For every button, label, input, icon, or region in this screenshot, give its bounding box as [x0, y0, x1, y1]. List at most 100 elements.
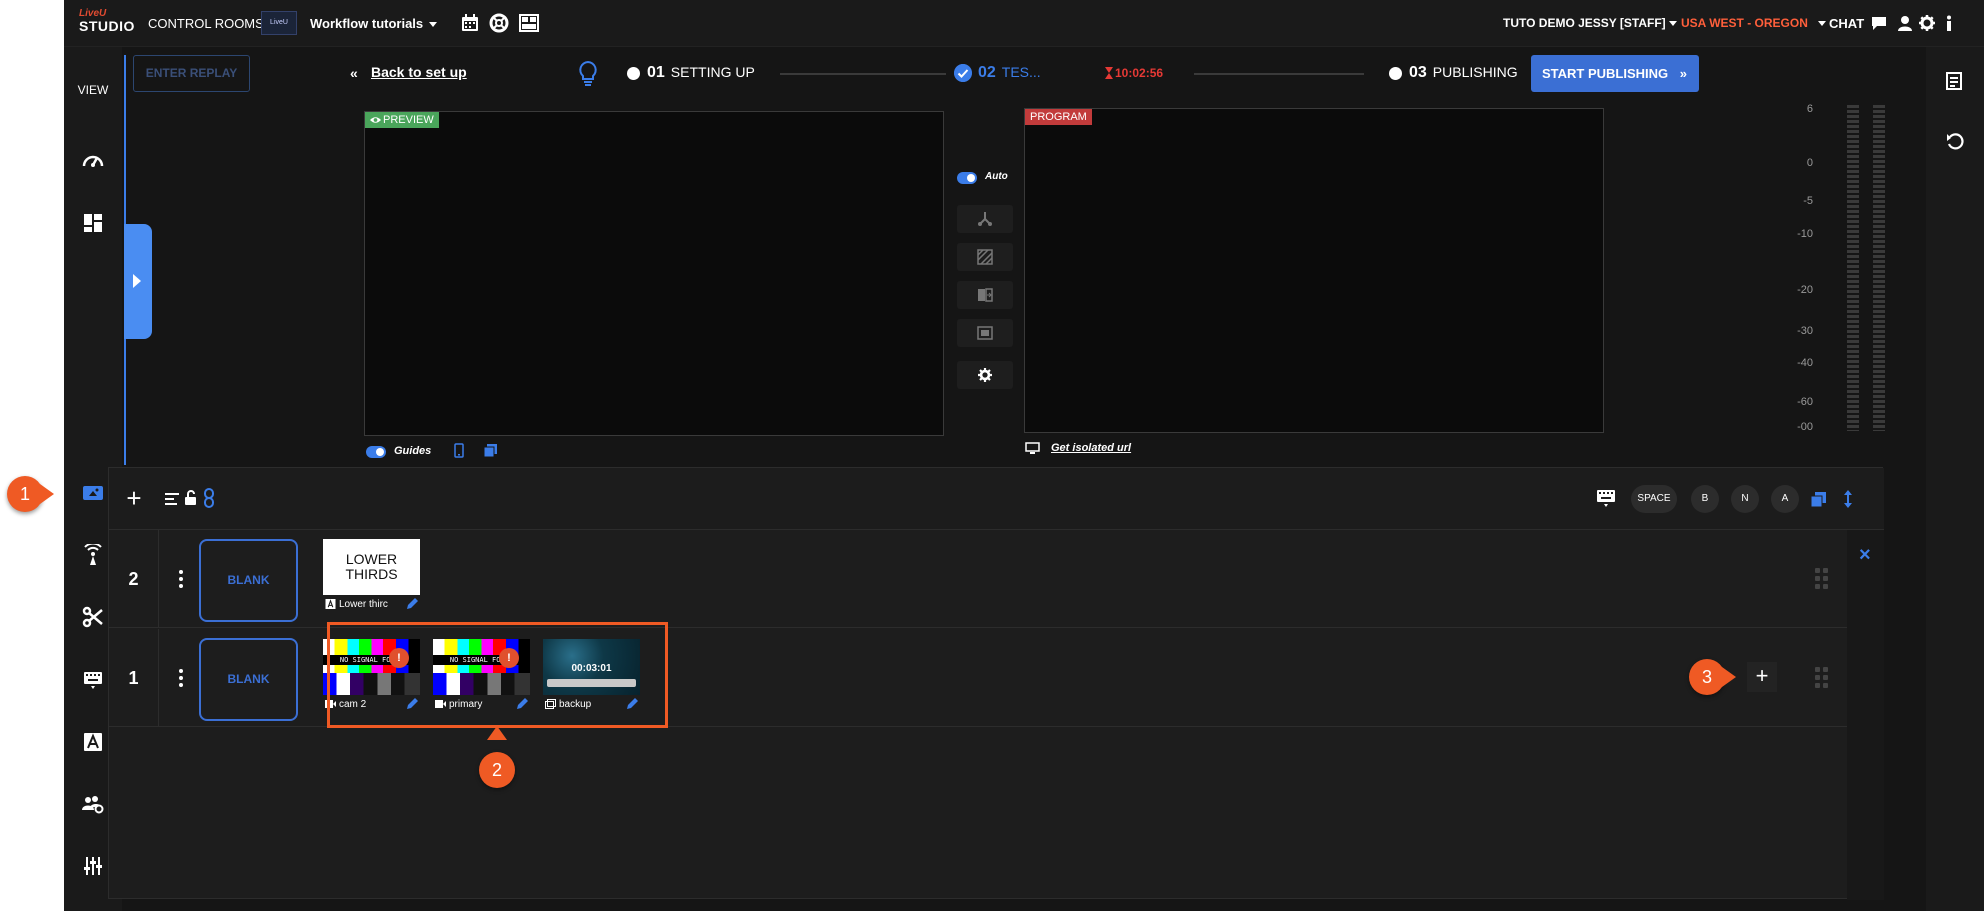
- lower-thirds-card[interactable]: LOWER THIRDS: [323, 539, 420, 595]
- cut-transition-button[interactable]: [957, 205, 1013, 233]
- logo-line2: STUDIO: [79, 18, 135, 34]
- step1-indicator: [627, 67, 640, 80]
- auto-toggle[interactable]: [957, 172, 977, 184]
- link-icon[interactable]: [204, 488, 214, 508]
- right-sidebar: [1926, 47, 1984, 911]
- step-connector: [780, 73, 946, 75]
- slide-transition-button[interactable]: [957, 281, 1013, 309]
- info-icon[interactable]: [1942, 13, 1956, 33]
- duplicate-icon[interactable]: [1811, 492, 1826, 507]
- close-icon[interactable]: ×: [1859, 544, 1871, 567]
- blank-source-card[interactable]: BLANK: [199, 638, 298, 721]
- layer-number: 1: [109, 629, 159, 727]
- drag-handle-icon[interactable]: [1815, 568, 1829, 590]
- wipe-transition-button[interactable]: [957, 243, 1013, 271]
- keyboard-icon[interactable]: [82, 668, 104, 690]
- meter-label: 6: [1806, 103, 1813, 115]
- wipe-icon: [977, 249, 993, 265]
- meter-label: 0: [1806, 157, 1813, 169]
- step3-label: PUBLISHING: [1432, 64, 1518, 80]
- enter-replay-button[interactable]: ENTER REPLAY: [133, 55, 250, 92]
- kebab-menu-icon[interactable]: [179, 570, 183, 588]
- view-label: VIEW: [77, 83, 109, 97]
- start-publishing-label: START PUBLISHING: [1542, 66, 1669, 81]
- users-gear-icon[interactable]: [82, 793, 104, 815]
- auto-label: Auto: [985, 171, 1008, 182]
- fade-icon: [977, 326, 993, 340]
- layout-icon[interactable]: [519, 13, 539, 33]
- guides-toggle[interactable]: [366, 446, 386, 458]
- preview-monitor[interactable]: PREVIEW: [364, 111, 944, 436]
- meter-bar-left: [1847, 105, 1859, 431]
- broadcast-icon[interactable]: [82, 544, 104, 566]
- fade-transition-button[interactable]: [957, 319, 1013, 347]
- step3-indicator: [1389, 67, 1402, 80]
- undo-icon[interactable]: [1946, 133, 1964, 151]
- step2-number: 02: [978, 64, 996, 81]
- account-name: TUTO DEMO JESSY [STAFF]: [1503, 16, 1666, 30]
- drag-handle-icon[interactable]: [1815, 667, 1829, 689]
- resize-vertical-icon[interactable]: [1843, 489, 1853, 509]
- double-chevron-right-icon: »: [1679, 66, 1688, 81]
- meter-label: -40: [1797, 357, 1813, 369]
- step1-setting-up[interactable]: 01 SETTING UP: [647, 64, 755, 82]
- pencil-icon[interactable]: [405, 597, 419, 611]
- calendar-icon[interactable]: [460, 13, 480, 33]
- preview-label: PREVIEW: [383, 114, 434, 126]
- layer-number: 2: [109, 530, 159, 628]
- slide-icon: [978, 288, 993, 302]
- chat-bubble-icon[interactable]: [1871, 13, 1887, 33]
- studio-app: LiveU STUDIO CONTROL ROOMS LiveU Workflo…: [64, 0, 1984, 911]
- back-to-setup-link[interactable]: Back to set up: [371, 64, 467, 80]
- elapsed-timer: 10:02:56: [1115, 66, 1164, 80]
- start-publishing-button[interactable]: START PUBLISHING »: [1531, 55, 1699, 92]
- step2-testing[interactable]: 02 TES...: [978, 64, 1041, 82]
- key-space[interactable]: SPACE: [1631, 485, 1677, 513]
- gear-icon[interactable]: [1919, 13, 1935, 33]
- add-source-button[interactable]: +: [1747, 662, 1777, 692]
- sliders-icon[interactable]: [82, 855, 104, 877]
- unlock-icon[interactable]: [184, 490, 197, 505]
- copy-layers-icon[interactable]: [484, 444, 497, 457]
- account-menu[interactable]: TUTO DEMO JESSY [STAFF]: [1503, 16, 1677, 30]
- annotation-badge-2: 2: [479, 752, 515, 788]
- blank-source-card[interactable]: BLANK: [199, 539, 298, 622]
- key-b[interactable]: B: [1691, 485, 1719, 513]
- region-name: USA WEST - OREGON: [1681, 16, 1808, 30]
- layers-side-column: ×: [1847, 530, 1884, 900]
- document-list-icon[interactable]: [1946, 72, 1962, 90]
- lightbulb-icon[interactable]: [577, 60, 599, 86]
- program-monitor[interactable]: PROGRAM: [1024, 108, 1604, 433]
- kebab-menu-icon[interactable]: [179, 669, 183, 687]
- annotation-pointer: [40, 484, 54, 504]
- program-tag: PROGRAM: [1025, 109, 1092, 125]
- text-icon[interactable]: [82, 731, 104, 753]
- video-camera-icon[interactable]: [82, 482, 104, 504]
- layout-grid-icon[interactable]: [82, 212, 104, 234]
- chevron-down-icon: [429, 22, 438, 28]
- add-layer-button[interactable]: +: [119, 484, 149, 514]
- align-left-icon[interactable]: [165, 493, 179, 505]
- scissors-icon[interactable]: [82, 606, 104, 628]
- mobile-icon[interactable]: [454, 443, 464, 458]
- user-icon[interactable]: [1897, 13, 1913, 33]
- step3-publishing[interactable]: 03 PUBLISHING: [1409, 64, 1518, 82]
- keyboard-shortcuts-icon[interactable]: [1596, 488, 1616, 510]
- control-rooms-link[interactable]: CONTROL ROOMS: [148, 16, 264, 31]
- dashboard-icon[interactable]: [82, 151, 104, 173]
- lifebuoy-icon[interactable]: [489, 13, 509, 33]
- step2-label: TES...: [1001, 64, 1041, 80]
- meter-bar-right: [1873, 105, 1885, 431]
- chat-link[interactable]: CHAT: [1829, 16, 1864, 31]
- expand-panel-handle[interactable]: [124, 224, 152, 339]
- region-menu[interactable]: USA WEST - OREGON: [1681, 16, 1826, 30]
- transition-settings-button[interactable]: [957, 361, 1013, 389]
- key-n[interactable]: N: [1731, 485, 1759, 513]
- layer-row-2: 2 BLANK LOWER THIRDS Lower thirc: [109, 530, 1847, 628]
- workflow-selector[interactable]: Workflow tutorials: [310, 16, 438, 31]
- logo[interactable]: LiveU STUDIO: [79, 8, 135, 34]
- annotation-pointer: [1722, 667, 1736, 687]
- screenshot: LiveU STUDIO CONTROL ROOMS LiveU Workflo…: [0, 0, 1984, 911]
- get-isolated-url-link[interactable]: Get isolated url: [1051, 442, 1131, 454]
- key-a[interactable]: A: [1771, 485, 1799, 513]
